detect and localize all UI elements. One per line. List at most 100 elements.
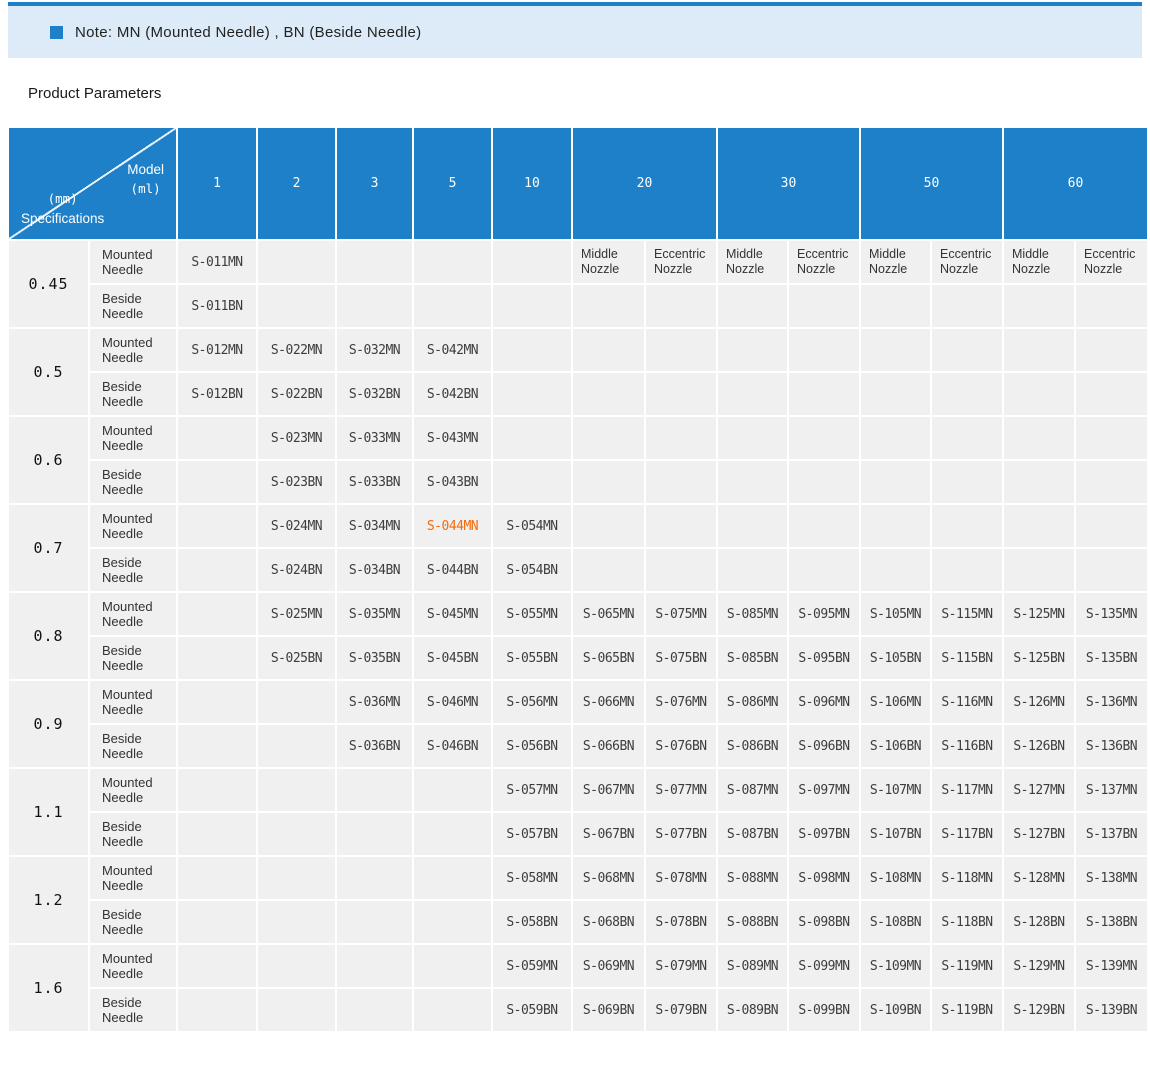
model-code-cell: S-078MN (646, 857, 716, 899)
model-code-cell: S-076MN (646, 681, 716, 723)
model-code-cell: S-054BN (493, 549, 571, 591)
model-code-cell: S-108BN (861, 901, 930, 943)
model-code-cell: S-066BN (573, 725, 644, 767)
model-code-cell: S-075BN (646, 637, 716, 679)
model-code-cell: S-127MN (1004, 769, 1074, 811)
empty-cell (1076, 417, 1147, 459)
empty-cell (1004, 373, 1074, 415)
empty-cell (1004, 505, 1074, 547)
empty-cell (414, 901, 491, 943)
empty-cell (932, 285, 1002, 327)
model-code-cell: S-035MN (337, 593, 412, 635)
model-code-cell: S-043BN (414, 461, 491, 503)
model-code-cell: S-057MN (493, 769, 571, 811)
empty-cell (414, 945, 491, 987)
model-code-cell: S-042MN (414, 329, 491, 371)
model-code-cell: S-105BN (861, 637, 930, 679)
model-code-cell: S-022BN (258, 373, 335, 415)
model-code-cell: S-138BN (1076, 901, 1147, 943)
row-label-beside-needle: Beside Needle (90, 461, 176, 503)
model-code-cell: S-106MN (861, 681, 930, 723)
product-parameters-table: Model (ml) (mm) Specifications 123510203… (7, 126, 1149, 1033)
model-code-cell: S-095BN (789, 637, 859, 679)
model-code-cell: S-107MN (861, 769, 930, 811)
empty-cell (789, 373, 859, 415)
empty-cell (258, 681, 335, 723)
empty-cell (1076, 505, 1147, 547)
nozzle-type-label: Eccentric Nozzle (932, 241, 1002, 283)
empty-cell (789, 505, 859, 547)
empty-cell (337, 285, 412, 327)
empty-cell (1004, 417, 1074, 459)
model-code-cell: S-042BN (414, 373, 491, 415)
empty-cell (258, 857, 335, 899)
model-code-cell: S-056BN (493, 725, 571, 767)
model-code-cell: S-085BN (718, 637, 787, 679)
model-code-cell: S-087MN (718, 769, 787, 811)
row-label-mounted-needle: Mounted Needle (90, 857, 176, 899)
model-col-header-60: 60 (1004, 128, 1147, 239)
empty-cell (573, 417, 644, 459)
model-code-cell: S-045BN (414, 637, 491, 679)
model-code-cell: S-055MN (493, 593, 571, 635)
spec-value-cell: 0.9 (9, 681, 88, 767)
empty-cell (718, 373, 787, 415)
table-row: 0.45Mounted NeedleS-011MNMiddle NozzleEc… (9, 241, 1147, 283)
empty-cell (861, 329, 930, 371)
empty-cell (178, 549, 256, 591)
empty-cell (1004, 285, 1074, 327)
model-col-header-50: 50 (861, 128, 1002, 239)
table-row: Beside NeedleS-057BNS-067BNS-077BNS-087B… (9, 813, 1147, 855)
table-row: Beside NeedleS-011BN (9, 285, 1147, 327)
table-row: 1.6Mounted NeedleS-059MNS-069MNS-079MNS-… (9, 945, 1147, 987)
model-code-cell: S-023BN (258, 461, 335, 503)
empty-cell (932, 373, 1002, 415)
model-code-cell: S-055BN (493, 637, 571, 679)
empty-cell (414, 285, 491, 327)
model-code-cell: S-032MN (337, 329, 412, 371)
empty-cell (646, 417, 716, 459)
model-code-cell: S-135MN (1076, 593, 1147, 635)
spec-value-cell: 0.7 (9, 505, 88, 591)
empty-cell (789, 549, 859, 591)
empty-cell (573, 549, 644, 591)
empty-cell (337, 769, 412, 811)
empty-cell (718, 505, 787, 547)
spec-value-cell: 1.6 (9, 945, 88, 1031)
empty-cell (258, 813, 335, 855)
model-code-cell: S-108MN (861, 857, 930, 899)
model-code-cell: S-057BN (493, 813, 571, 855)
empty-cell (861, 285, 930, 327)
model-code-cell: S-036MN (337, 681, 412, 723)
nozzle-type-label: Middle Nozzle (861, 241, 930, 283)
empty-cell (414, 769, 491, 811)
empty-cell (178, 417, 256, 459)
model-code-cell: S-125MN (1004, 593, 1074, 635)
empty-cell (1076, 461, 1147, 503)
model-code-cell: S-109MN (861, 945, 930, 987)
model-code-cell: S-106BN (861, 725, 930, 767)
empty-cell (337, 857, 412, 899)
model-code-cell: S-126MN (1004, 681, 1074, 723)
model-code-cell: S-115MN (932, 593, 1002, 635)
row-label-beside-needle: Beside Needle (90, 813, 176, 855)
row-label-beside-needle: Beside Needle (90, 373, 176, 415)
empty-cell (178, 461, 256, 503)
empty-cell (178, 593, 256, 635)
nozzle-type-label: Eccentric Nozzle (789, 241, 859, 283)
model-code-cell: S-136MN (1076, 681, 1147, 723)
empty-cell (646, 329, 716, 371)
corner-header-cell: Model (ml) (mm) Specifications (9, 128, 176, 239)
model-code-cell: S-059MN (493, 945, 571, 987)
spec-value-cell: 0.45 (9, 241, 88, 327)
row-label-beside-needle: Beside Needle (90, 285, 176, 327)
model-code-cell: S-076BN (646, 725, 716, 767)
model-code-cell: S-046MN (414, 681, 491, 723)
empty-cell (178, 989, 256, 1031)
model-code-cell-highlighted[interactable]: S-044MN (414, 505, 491, 547)
empty-cell (932, 417, 1002, 459)
empty-cell (258, 725, 335, 767)
model-code-cell: S-119MN (932, 945, 1002, 987)
model-code-cell: S-022MN (258, 329, 335, 371)
empty-cell (1076, 329, 1147, 371)
